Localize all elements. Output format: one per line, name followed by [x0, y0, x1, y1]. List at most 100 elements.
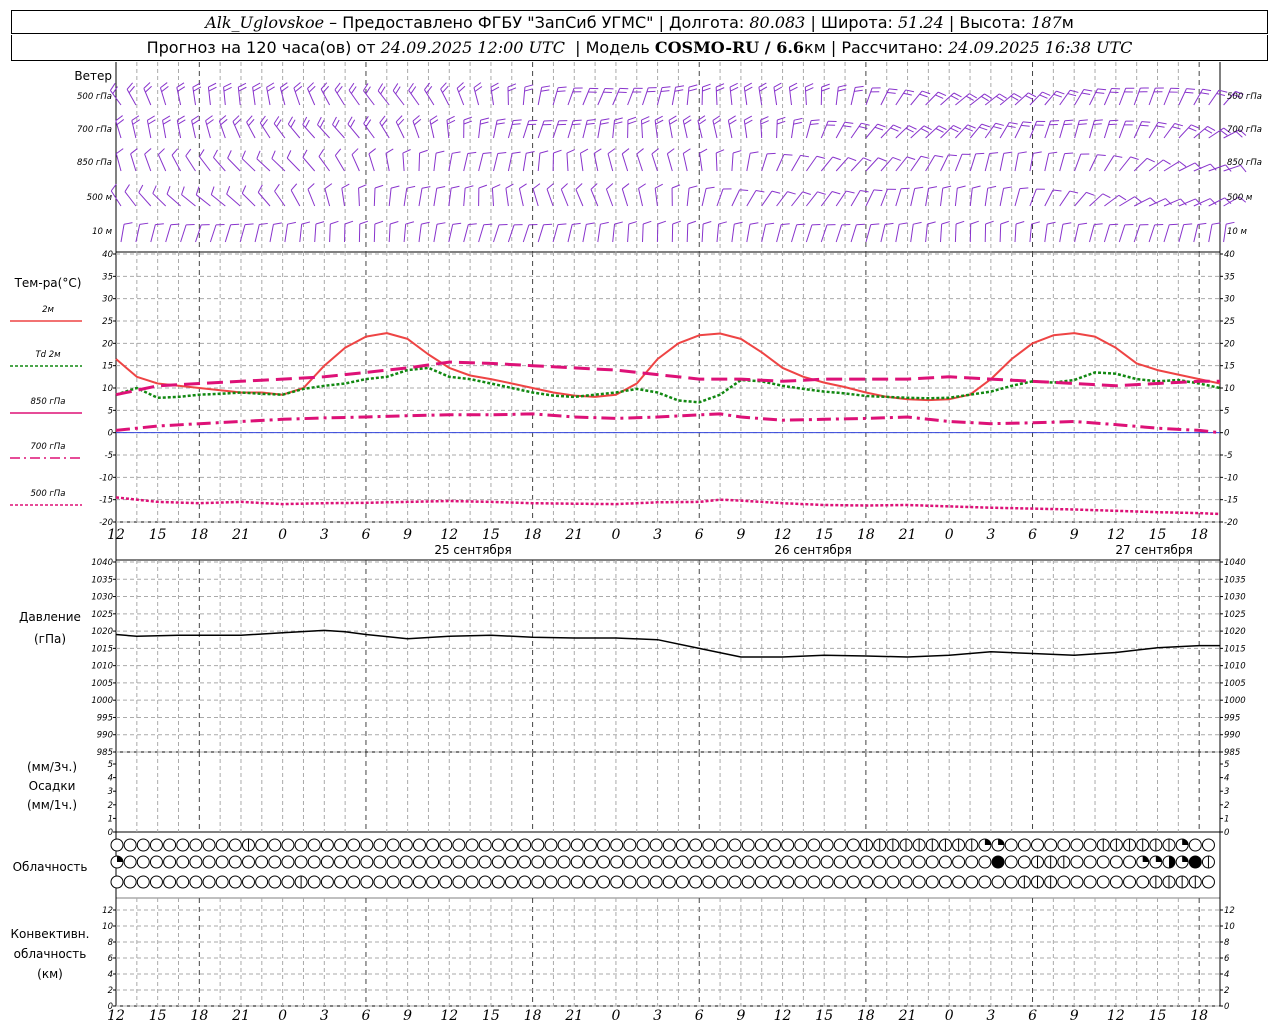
- wind-barb: [226, 193, 241, 207]
- wind-barb: [314, 224, 317, 243]
- wind-barb: [493, 120, 498, 139]
- cloud-panel: [110, 838, 1215, 889]
- wind-barb: [850, 224, 857, 243]
- cloud-circle: [583, 838, 597, 852]
- wind-feather: [765, 222, 775, 225]
- wind-feather: [287, 116, 293, 125]
- wind-level-left: 500 гПа: [77, 92, 112, 102]
- wind-feather: [558, 86, 567, 89]
- wind-feather: [276, 119, 282, 128]
- y-tick-left: 4: [108, 970, 113, 980]
- y-tick-left: 0: [108, 828, 113, 838]
- y-tick-right: 995: [1224, 713, 1240, 723]
- wind-feather: [668, 115, 677, 121]
- wind-barb: [805, 224, 813, 243]
- wind-feather: [729, 82, 738, 88]
- wind-feather: [126, 82, 134, 90]
- cloud-circle: [583, 875, 597, 889]
- wind-barb: [605, 188, 614, 207]
- cloud-circle: [149, 855, 163, 869]
- precip-unit-3h: (мм/3ч.): [27, 760, 77, 774]
- cloud-circle: [1083, 838, 1097, 852]
- wind-feather: [687, 220, 697, 225]
- wind-feather: [181, 186, 185, 195]
- wind-feather: [1172, 126, 1181, 130]
- wind-feather: [223, 86, 232, 92]
- cloud-circle: [1070, 855, 1084, 869]
- precipitation-panel: 0 0 1 1 2 2 3 3 4 4 5 5: [108, 760, 1230, 838]
- cloud-circle: [820, 875, 834, 889]
- wind-feather: [1003, 186, 1013, 189]
- wind-feather: [374, 220, 384, 225]
- wind-feather: [468, 223, 477, 226]
- wind-barb: [590, 189, 599, 207]
- wind-feather: [463, 116, 473, 121]
- cloud-circle: [478, 875, 492, 889]
- cloud-circle: [347, 838, 361, 852]
- cloud-circle: [123, 875, 137, 889]
- wind-barb: [760, 120, 763, 139]
- cloud-circle: [334, 875, 348, 889]
- cloud-circle: [965, 855, 979, 869]
- wind-feather: [682, 115, 691, 121]
- x-tick-mid: 21: [231, 527, 250, 543]
- wind-feather: [1003, 151, 1013, 154]
- convective-title-1: Конвективн.: [11, 927, 90, 941]
- wind-barb: [463, 188, 466, 207]
- y-tick-right: -10: [1224, 473, 1238, 483]
- cloud-fill-mark: [1189, 856, 1202, 868]
- y-tick-right: 10: [1224, 384, 1235, 394]
- cloud-circle: [268, 875, 282, 889]
- x-tick-mid: 9: [1070, 527, 1079, 543]
- wind-feather: [755, 189, 765, 193]
- y-tick-left: 6: [108, 954, 114, 964]
- wind-feather: [863, 157, 872, 162]
- x-tick-bottom: 21: [231, 1008, 250, 1024]
- wind-feather: [351, 148, 359, 155]
- wind-barb: [715, 86, 718, 106]
- cloud-circle: [255, 855, 269, 869]
- cloud-circle: [794, 838, 808, 852]
- wind-barb: [582, 224, 587, 243]
- cloud-circle: [163, 875, 177, 889]
- wind-title: Ветер: [74, 69, 112, 83]
- cloud-fill-mark: [1142, 856, 1149, 862]
- wind-feather: [613, 121, 623, 125]
- wind-feather: [953, 124, 962, 130]
- wind-feather: [855, 85, 864, 88]
- series-pressure: [115, 629, 1220, 658]
- wind-feather: [132, 119, 141, 125]
- x-tick-mid: 18: [524, 527, 542, 543]
- wind-feather: [800, 154, 810, 158]
- cloud-circle: [610, 855, 624, 869]
- cloud-circle: [360, 855, 374, 869]
- wind-feather: [636, 148, 644, 155]
- wind-feather: [170, 223, 180, 226]
- wind-barb: [537, 224, 544, 243]
- y-tick-right: 3: [1224, 787, 1229, 797]
- wind-barb: [686, 188, 690, 207]
- y-tick-right: 15: [1224, 362, 1235, 372]
- wind-barb: [395, 121, 405, 139]
- wind-feather: [467, 151, 477, 154]
- cloud-circle: [649, 855, 663, 869]
- wind-feather: [793, 121, 802, 125]
- cloud-circle: [176, 875, 190, 889]
- wind-barb: [144, 153, 152, 172]
- temperature-panel: -20 -20-15 -15-10 -10-5 -50 05 510 1015 1520 2025…: [99, 250, 1238, 528]
- cloud-circle: [1188, 838, 1202, 852]
- cloud-circle: [505, 838, 518, 852]
- wind-feather: [957, 185, 966, 189]
- cloud-circle: [715, 875, 729, 889]
- wind-feather: [123, 222, 133, 225]
- wind-feather: [131, 115, 140, 121]
- cloud-circle: [1044, 838, 1058, 852]
- y-tick-right: 5: [1224, 760, 1229, 770]
- wind-feather: [1052, 189, 1062, 192]
- wind-feather: [1211, 222, 1221, 225]
- wind-feather: [750, 151, 759, 154]
- wind-barb: [1163, 123, 1176, 139]
- wind-feather: [906, 156, 916, 161]
- wind-feather: [702, 221, 712, 225]
- wind-feather: [281, 86, 289, 92]
